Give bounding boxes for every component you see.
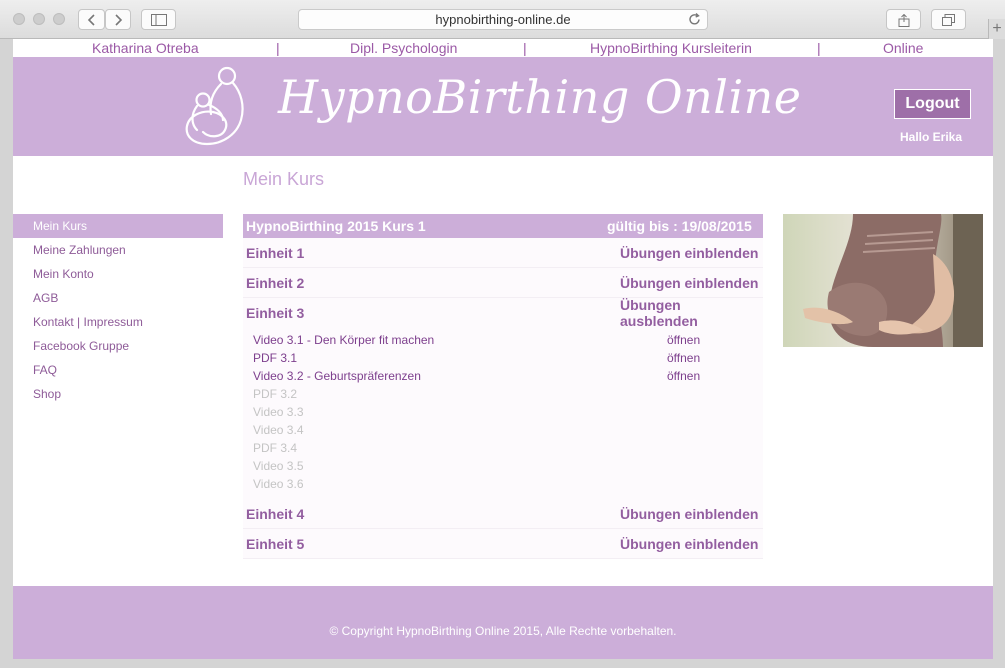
- sidebar-item-faq[interactable]: FAQ: [13, 358, 223, 382]
- unit-toggle-link[interactable]: Übungen einblenden: [620, 506, 760, 522]
- browser-toolbar: hypnobirthing-online.de +: [0, 0, 1005, 39]
- page-title: Mein Kurs: [243, 169, 325, 189]
- sidebar: Mein Kurs Meine Zahlungen Mein Konto AGB…: [13, 214, 223, 406]
- unit-row: Einheit 1 Übungen einblenden: [243, 238, 763, 268]
- unit-row: Einheit 5 Übungen einblenden: [243, 529, 763, 559]
- minimize-window-button[interactable]: [33, 13, 45, 25]
- forward-button[interactable]: [105, 9, 131, 30]
- topnav-item-online[interactable]: Online: [883, 40, 923, 56]
- topnav-separator: |: [817, 40, 821, 56]
- user-greeting: Hallo Erika: [900, 130, 963, 144]
- lesson-item: Video 3.1 - Den Körper fit machen öffnen: [243, 331, 763, 349]
- unit-toggle-link[interactable]: Übungen einblenden: [620, 536, 760, 552]
- tabs-icon: [942, 14, 955, 26]
- site-title[interactable]: HypnoBirthing Online: [278, 70, 802, 124]
- unit-label: Einheit 1: [246, 244, 305, 261]
- site-header: HypnoBirthing Online Logout Hallo Erika: [13, 57, 993, 156]
- unit-toggle-link[interactable]: Übungen einblenden: [620, 275, 760, 291]
- course-validity: gültig bis : 19/08/2015: [607, 218, 752, 234]
- lesson-item: PDF 3.1 öffnen: [243, 349, 763, 367]
- site-footer: © Copyright HypnoBirthing Online 2015, A…: [13, 586, 993, 659]
- sidebar-item-mein-kurs[interactable]: Mein Kurs: [13, 214, 223, 238]
- unit-label: Einheit 3: [246, 305, 305, 321]
- unit-toggle-link[interactable]: Übungen einblenden: [620, 245, 760, 261]
- reload-icon[interactable]: [687, 12, 702, 27]
- top-navigation: Katharina Otreba | Dipl. Psychologin | H…: [13, 39, 993, 57]
- lesson-item-locked: Video 3.4: [243, 421, 763, 439]
- lesson-name: PDF 3.2: [253, 387, 298, 401]
- web-page: Katharina Otreba | Dipl. Psychologin | H…: [13, 39, 993, 659]
- course-panel: HypnoBirthing 2015 Kurs 1 gültig bis : 1…: [243, 214, 763, 559]
- tabs-button[interactable]: [931, 9, 966, 30]
- lesson-open-link[interactable]: öffnen: [667, 349, 700, 367]
- sidebar-item-kontakt[interactable]: Kontakt | Impressum: [13, 310, 223, 334]
- course-name: HypnoBirthing 2015 Kurs 1: [246, 218, 426, 234]
- back-button[interactable]: [78, 9, 105, 30]
- unit-row: Einheit 4 Übungen einblenden: [243, 499, 763, 529]
- sidebar-item-konto[interactable]: Mein Konto: [13, 262, 223, 286]
- sidebar-item-facebook[interactable]: Facebook Gruppe: [13, 334, 223, 358]
- unit-row-expanded: Einheit 3 Übungen ausblenden: [243, 297, 763, 329]
- lesson-item-locked: Video 3.6: [243, 475, 763, 493]
- unit-row: Einheit 2 Übungen einblenden: [243, 268, 763, 298]
- lesson-name: PDF 3.4: [253, 441, 298, 455]
- lesson-item: Video 3.2 - Geburtspräferenzen öffnen: [243, 367, 763, 385]
- mother-child-logo-icon: [185, 66, 244, 146]
- unit-toggle-link[interactable]: Übungen ausblenden: [620, 297, 760, 329]
- lesson-open-link[interactable]: öffnen: [667, 331, 700, 349]
- unit-label: Einheit 2: [246, 274, 305, 291]
- lesson-name: Video 3.4: [253, 423, 304, 437]
- unit-label: Einheit 5: [246, 535, 305, 552]
- sidebar-toggle-button[interactable]: [141, 9, 176, 30]
- lesson-item-locked: Video 3.3: [243, 403, 763, 421]
- copyright-text: © Copyright HypnoBirthing Online 2015, A…: [329, 624, 677, 638]
- unit-label: Einheit 4: [246, 505, 305, 522]
- lesson-item-locked: PDF 3.4: [243, 439, 763, 457]
- lesson-name: Video 3.6: [253, 477, 304, 491]
- sidebar-icon: [150, 14, 167, 26]
- new-tab-button[interactable]: +: [988, 19, 1005, 39]
- pregnant-woman-photo: [783, 214, 983, 347]
- sidebar-item-shop[interactable]: Shop: [13, 382, 223, 406]
- address-bar[interactable]: hypnobirthing-online.de: [298, 9, 708, 30]
- topnav-item-profession[interactable]: Dipl. Psychologin: [350, 40, 457, 56]
- plus-icon: +: [992, 20, 1002, 37]
- lesson-name: Video 3.1 - Den Körper fit machen: [253, 333, 435, 347]
- url-text: hypnobirthing-online.de: [435, 12, 571, 27]
- lesson-name: Video 3.3: [253, 405, 304, 419]
- topnav-separator: |: [276, 40, 280, 56]
- chevron-left-icon: [87, 14, 95, 26]
- zoom-window-button[interactable]: [53, 13, 65, 25]
- logout-button[interactable]: Logout: [894, 89, 971, 119]
- lesson-name: Video 3.2 - Geburtspräferenzen: [253, 369, 421, 383]
- lesson-name: Video 3.5: [253, 459, 304, 473]
- course-header: HypnoBirthing 2015 Kurs 1 gültig bis : 1…: [243, 214, 763, 238]
- chevron-right-icon: [114, 14, 122, 26]
- lesson-item-locked: PDF 3.2: [243, 385, 763, 403]
- sidebar-item-agb[interactable]: AGB: [13, 286, 223, 310]
- sidebar-item-zahlungen[interactable]: Meine Zahlungen: [13, 238, 223, 262]
- close-window-button[interactable]: [13, 13, 25, 25]
- topnav-item-role[interactable]: HypnoBirthing Kursleiterin: [590, 40, 752, 56]
- share-icon: [898, 14, 909, 27]
- topnav-item-name[interactable]: Katharina Otreba: [92, 40, 199, 56]
- lesson-name: PDF 3.1: [253, 351, 298, 365]
- share-button[interactable]: [886, 9, 921, 30]
- lesson-open-link[interactable]: öffnen: [667, 367, 700, 385]
- lesson-item-locked: Video 3.5: [243, 457, 763, 475]
- lesson-list: Video 3.1 - Den Körper fit machen öffnen…: [243, 328, 763, 499]
- topnav-separator: |: [523, 40, 527, 56]
